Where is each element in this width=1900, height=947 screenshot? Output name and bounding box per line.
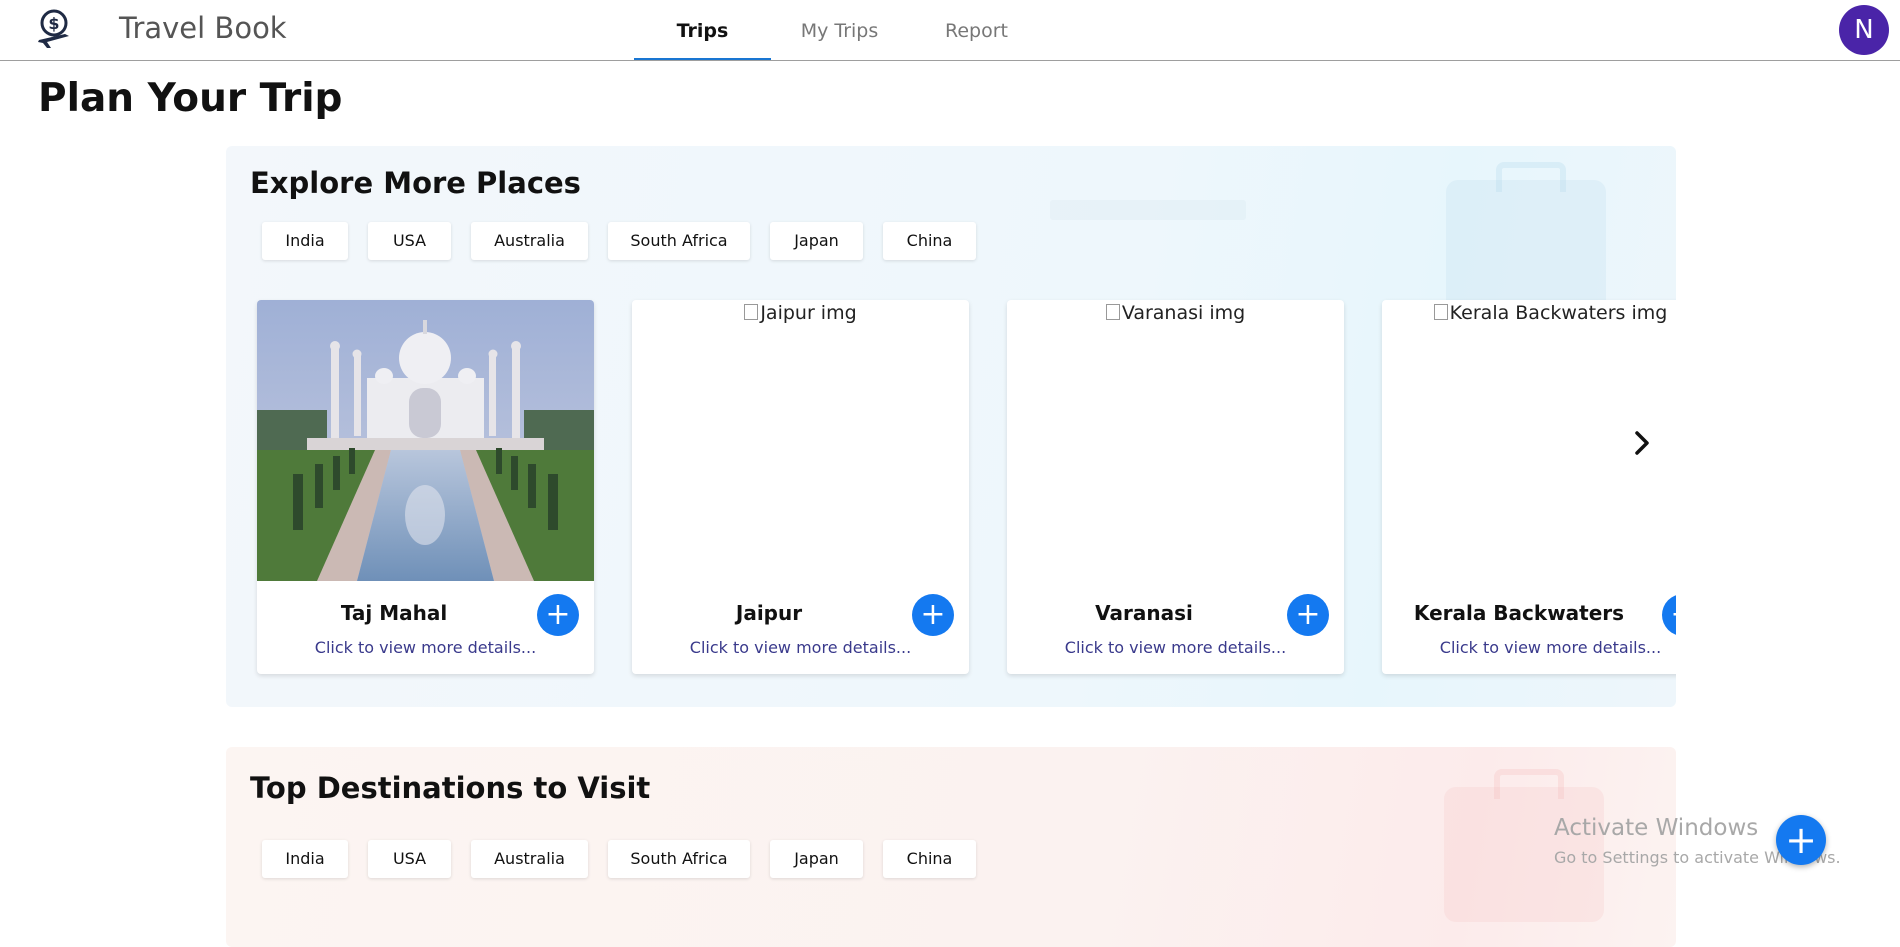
jaipur-image[interactable]: Jaipur img	[632, 300, 969, 581]
country-chip-japan[interactable]: Japan	[770, 222, 863, 260]
chevron-right-icon[interactable]	[1624, 426, 1658, 460]
plus-icon: +	[1295, 597, 1321, 632]
place-card-title: Varanasi	[1095, 601, 1193, 625]
country-chip-china[interactable]: China	[883, 222, 976, 260]
country-chip-india[interactable]: India	[262, 840, 348, 878]
place-card-taj-mahal[interactable]: Taj Mahal + Click to view more details..…	[257, 300, 594, 674]
travel-book-logo-icon[interactable]: $	[35, 6, 73, 50]
country-chip-australia[interactable]: Australia	[471, 840, 588, 878]
view-details-link[interactable]: Click to view more details...	[257, 638, 594, 657]
activate-windows-title: Activate Windows	[1554, 815, 1759, 841]
place-card-title: Kerala Backwaters	[1413, 601, 1625, 625]
tab-trips[interactable]: Trips	[634, 0, 771, 60]
suitcase-decoration-icon	[1446, 162, 1606, 315]
view-details-link[interactable]: Click to view more details...	[1007, 638, 1344, 657]
place-card-title: Taj Mahal	[340, 601, 448, 625]
broken-image-alt-text: Varanasi img	[1007, 302, 1344, 324]
country-chip-usa[interactable]: USA	[368, 222, 451, 260]
broken-image-alt-text: Kerala Backwaters img	[1382, 302, 1676, 324]
add-trip-fab[interactable]: +	[1776, 815, 1826, 865]
plus-icon: +	[1670, 597, 1676, 632]
country-chip-japan[interactable]: Japan	[770, 840, 863, 878]
plus-icon: +	[920, 597, 946, 632]
svg-text:$: $	[48, 14, 59, 33]
country-chip-south-africa[interactable]: South Africa	[608, 840, 750, 878]
country-chip-india[interactable]: India	[262, 222, 348, 260]
plus-icon: +	[545, 597, 571, 632]
page-title: Plan Your Trip	[38, 76, 343, 121]
tab-my-trips[interactable]: My Trips	[771, 0, 908, 60]
place-card-title: Jaipur	[735, 601, 803, 625]
app-title: Travel Book	[119, 11, 287, 45]
taj-mahal-image[interactable]	[257, 300, 594, 581]
top-app-bar: $ Travel Book Trips My Trips Report N	[0, 0, 1900, 61]
place-card-kerala-backwaters[interactable]: Kerala Backwaters img Kerala Backwaters …	[1382, 300, 1676, 674]
explore-section-title: Explore More Places	[250, 166, 581, 200]
country-chip-south-africa[interactable]: South Africa	[608, 222, 750, 260]
decorative-bar	[1050, 200, 1246, 220]
plus-icon: +	[1785, 818, 1817, 862]
view-details-link[interactable]: Click to view more details...	[632, 638, 969, 657]
top-destinations-title: Top Destinations to Visit	[250, 771, 651, 805]
top-destinations-section: Top Destinations to Visit India USA Aust…	[226, 747, 1676, 947]
country-chip-usa[interactable]: USA	[368, 840, 451, 878]
place-card-jaipur[interactable]: Jaipur img Jaipur + Click to view more d…	[632, 300, 969, 674]
add-place-button[interactable]: +	[1287, 594, 1329, 636]
country-chip-australia[interactable]: Australia	[471, 222, 588, 260]
add-place-button[interactable]: +	[537, 594, 579, 636]
view-details-link[interactable]: Click to view more details...	[1382, 638, 1676, 657]
add-place-button[interactable]: +	[1662, 594, 1676, 636]
add-place-button[interactable]: +	[912, 594, 954, 636]
user-avatar[interactable]: N	[1839, 5, 1889, 55]
place-card-varanasi[interactable]: Varanasi img Varanasi + Click to view mo…	[1007, 300, 1344, 674]
explore-section: Explore More Places India USA Australia …	[226, 146, 1676, 707]
tab-report[interactable]: Report	[908, 0, 1045, 60]
country-chip-china[interactable]: China	[883, 840, 976, 878]
varanasi-image[interactable]: Varanasi img	[1007, 300, 1344, 581]
broken-image-alt-text: Jaipur img	[632, 302, 969, 324]
